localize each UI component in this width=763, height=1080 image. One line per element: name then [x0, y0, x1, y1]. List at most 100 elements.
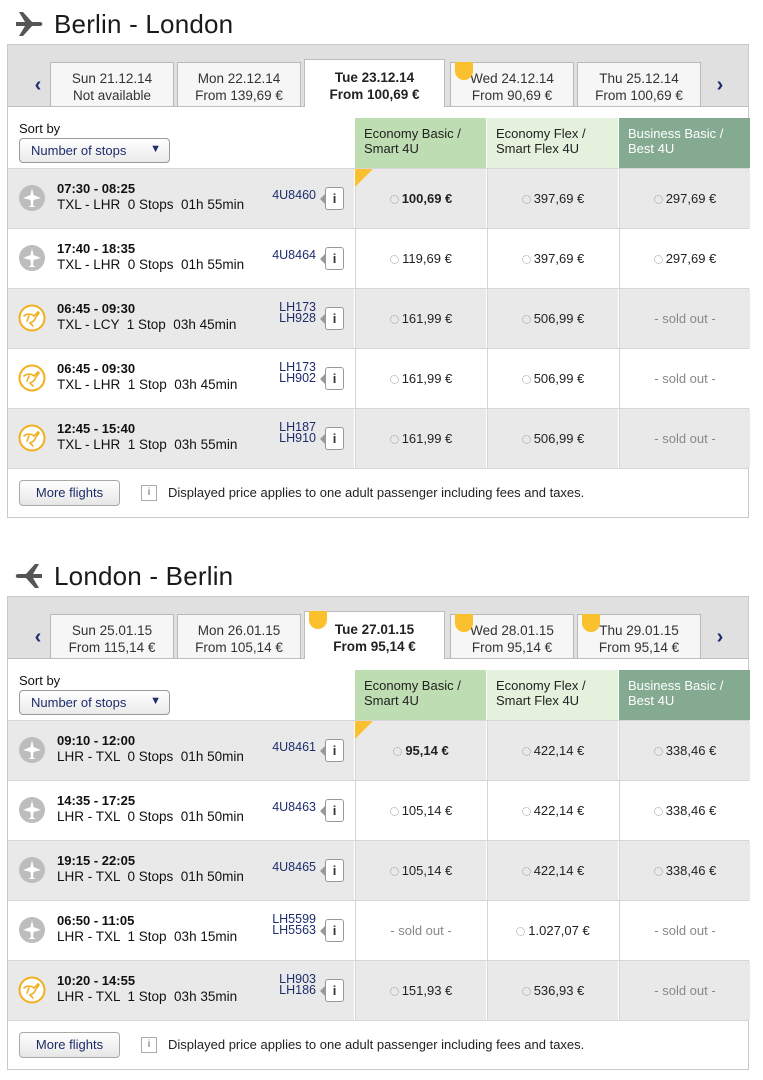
flight-number[interactable]: 4U8463 — [272, 801, 316, 814]
fare-price: 161,99 € — [401, 371, 453, 386]
fare-price: 536,93 € — [533, 983, 585, 998]
fare-price-cell[interactable]: 105,14 € — [355, 781, 486, 840]
fare-price-cell[interactable]: 422,14 € — [487, 781, 618, 840]
fare-price: 422,14 € — [533, 743, 585, 758]
radio-icon[interactable] — [521, 867, 531, 876]
outbound-sort-select[interactable]: Number of stops ▼ — [19, 138, 170, 163]
fare-price: 100,69 € — [401, 191, 453, 206]
flight-number[interactable]: LH186 — [279, 984, 316, 997]
radio-icon[interactable] — [389, 867, 399, 876]
outbound-tab-1[interactable]: Mon 22.12.14 From 139,69 € — [177, 62, 301, 106]
flight-details-button[interactable]: i — [320, 979, 344, 1002]
radio-icon[interactable] — [653, 807, 663, 816]
radio-icon[interactable] — [521, 315, 531, 324]
radio-icon[interactable] — [389, 315, 399, 324]
grey-plane-icon — [19, 245, 45, 271]
flight-details-button[interactable]: i — [320, 739, 344, 762]
fare-price-cell[interactable]: 95,14 € — [355, 721, 486, 780]
fare-price-cell[interactable]: 506,99 € — [487, 289, 618, 348]
flight-details-button[interactable]: i — [320, 187, 344, 210]
flight-details-button[interactable]: i — [320, 859, 344, 882]
return-more-flights-button[interactable]: More flights — [19, 1032, 120, 1058]
flight-details-button[interactable]: i — [320, 919, 344, 942]
flight-details-button[interactable]: i — [320, 799, 344, 822]
return-next-dates-button[interactable]: › — [710, 625, 730, 649]
return-sort-select[interactable]: Number of stops ▼ — [19, 690, 170, 715]
radio-icon[interactable] — [521, 435, 531, 444]
flight-number[interactable]: 4U8464 — [272, 249, 316, 262]
fare-price-cell[interactable]: 536,93 € — [487, 961, 618, 1020]
radio-icon[interactable] — [521, 747, 531, 756]
outbound-tab-0[interactable]: Sun 21.12.14 Not available — [50, 62, 174, 106]
radio-icon[interactable] — [390, 255, 400, 264]
return-tab-0[interactable]: Sun 25.01.15 From 115,14 € — [50, 614, 174, 658]
radio-icon[interactable] — [389, 987, 399, 996]
fare-price-cell[interactable]: 161,99 € — [355, 289, 486, 348]
flight-info: 10:20 - 14:55 LHR - TXL 1 Stop 03h 35min L… — [8, 961, 354, 1020]
flight-number[interactable]: 4U8465 — [272, 861, 316, 874]
outbound-tab-2[interactable]: Tue 23.12.14 From 100,69 € — [304, 59, 445, 107]
fare-price-cell[interactable]: 506,99 € — [487, 349, 618, 408]
outbound-tab-3[interactable]: Wed 24.12.14 From 90,69 € — [450, 62, 574, 106]
flight-route: TXL - LHR 0 Stops 01h 55min — [57, 257, 245, 272]
flight-number[interactable]: 4U8461 — [272, 741, 316, 754]
fare-price-cell[interactable]: 119,69 € — [355, 229, 486, 288]
flight-number[interactable]: LH910 — [279, 432, 316, 445]
radio-icon[interactable] — [521, 195, 531, 204]
radio-icon[interactable] — [389, 195, 399, 204]
fare-price-cell[interactable]: 422,14 € — [487, 841, 618, 900]
flight-info: 06:45 - 09:30 TXL - LCY 1 Stop 03h 45min L… — [8, 289, 354, 348]
flight-numbers: LH173 LH928 — [279, 301, 316, 325]
fare-price-cell[interactable]: 161,99 € — [355, 409, 486, 468]
fare-price-cell[interactable]: 338,46 € — [619, 721, 750, 780]
radio-icon[interactable] — [521, 987, 531, 996]
radio-icon[interactable] — [389, 807, 399, 816]
radio-icon[interactable] — [653, 255, 663, 264]
fare-price-cell[interactable]: 1.027,07 € — [487, 901, 618, 960]
outbound-next-dates-button[interactable]: › — [710, 73, 730, 97]
fare-price-cell[interactable]: 161,99 € — [355, 349, 486, 408]
fare-price-cell[interactable]: 151,93 € — [355, 961, 486, 1020]
flight-details-button[interactable]: i — [320, 427, 344, 450]
outbound-footer: More flights i Displayed price applies t… — [8, 468, 748, 517]
flight-details-button[interactable]: i — [320, 367, 344, 390]
fare-price-cell[interactable]: 297,69 € — [619, 169, 750, 228]
fare-price-cell[interactable]: 100,69 € — [355, 169, 486, 228]
flight-details-button[interactable]: i — [320, 307, 344, 330]
fare-price-cell[interactable]: 397,69 € — [487, 229, 618, 288]
radio-icon[interactable] — [521, 255, 531, 264]
return-prev-dates-button[interactable]: ‹ — [28, 625, 48, 649]
radio-icon[interactable] — [389, 375, 399, 384]
return-tab-3[interactable]: Wed 28.01.15 From 95,14 € — [450, 614, 574, 658]
fare-price-cell[interactable]: 338,46 € — [619, 781, 750, 840]
fare-price-cell[interactable]: 338,46 € — [619, 841, 750, 900]
flight-number[interactable]: LH5563 — [272, 924, 316, 937]
radio-icon[interactable] — [521, 807, 531, 816]
outbound-prev-dates-button[interactable]: ‹ — [28, 73, 48, 97]
fare-price-cell[interactable]: 397,69 € — [487, 169, 618, 228]
flight-route: TXL - LCY 1 Stop 03h 45min — [57, 317, 237, 332]
fare-price-cell[interactable]: 105,14 € — [355, 841, 486, 900]
radio-icon[interactable] — [653, 747, 663, 756]
return-tab-4[interactable]: Thu 29.01.15 From 95,14 € — [577, 614, 701, 658]
radio-icon[interactable] — [516, 927, 526, 936]
outbound-tab-4[interactable]: Thu 25.12.14 From 100,69 € — [577, 62, 701, 106]
fare-price-cell[interactable]: 506,99 € — [487, 409, 618, 468]
price-note: Displayed price applies to one adult pas… — [168, 485, 585, 500]
radio-icon[interactable] — [393, 747, 403, 756]
outbound-more-flights-button[interactable]: More flights — [19, 480, 120, 506]
radio-icon[interactable] — [653, 867, 663, 876]
flight-details-button[interactable]: i — [320, 247, 344, 270]
return-tab-1[interactable]: Mon 26.01.15 From 105,14 € — [177, 614, 301, 658]
fare-price-cell[interactable]: 422,14 € — [487, 721, 618, 780]
flight-number[interactable]: LH928 — [279, 312, 316, 325]
radio-icon[interactable] — [521, 375, 531, 384]
flight-number[interactable]: 4U8460 — [272, 189, 316, 202]
radio-icon[interactable] — [653, 195, 663, 204]
flight-number[interactable]: LH902 — [279, 372, 316, 385]
radio-icon[interactable] — [389, 435, 399, 444]
fare-price-cell[interactable]: 297,69 € — [619, 229, 750, 288]
return-title-row: London - Berlin — [14, 558, 233, 594]
return-tab-2[interactable]: Tue 27.01.15 From 95,14 € — [304, 611, 445, 659]
tab-price: From 139,69 € — [195, 88, 283, 103]
